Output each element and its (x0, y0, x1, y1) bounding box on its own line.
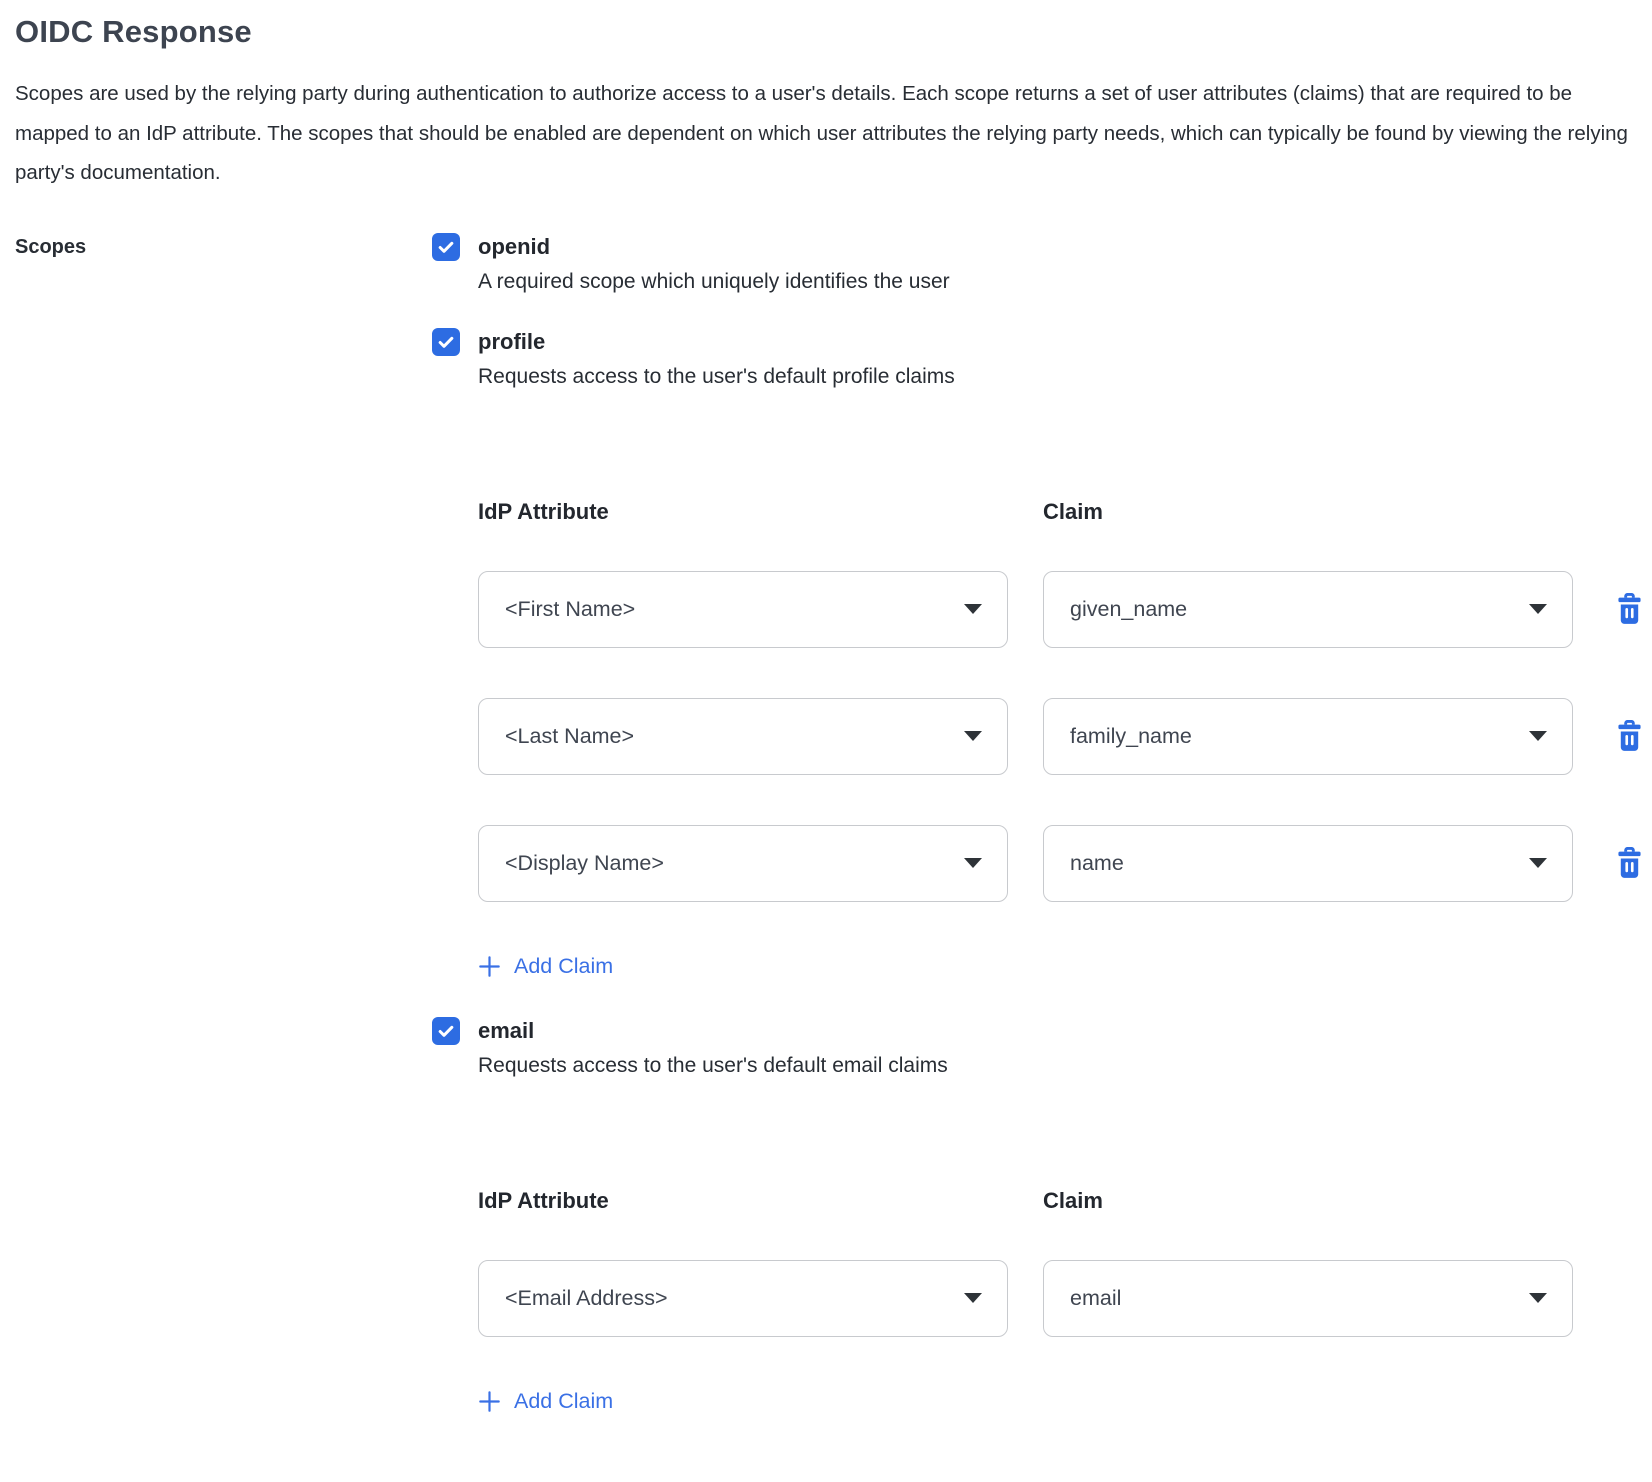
claims-headers: IdP Attribute Claim (478, 1188, 1644, 1214)
scope-head-email: email (432, 1016, 1644, 1045)
email-claims-section: IdP Attribute Claim <Email Address> emai… (478, 1188, 1644, 1418)
claim-row-last-name: <Last Name> family_name (478, 697, 1644, 775)
oidc-response-page: OIDC Response Scopes are used by the rel… (0, 0, 1652, 1482)
idp-attribute-select[interactable]: <Display Name> (478, 824, 1008, 902)
caret-down-icon (1529, 604, 1547, 615)
scope-checkbox-openid[interactable] (432, 232, 460, 261)
page-title: OIDC Response (15, 14, 252, 49)
add-claim-button[interactable]: Add Claim (478, 1389, 613, 1414)
claim-value: given_name (1070, 596, 1188, 621)
scope-item-email: email Requests access to the user's defa… (432, 1016, 1644, 1418)
claim-header: Claim (1043, 498, 1103, 524)
scope-checkbox-profile[interactable] (432, 327, 460, 356)
claim-row-first-name: <First Name> given_name (478, 570, 1644, 648)
idp-attribute-header: IdP Attribute (478, 1187, 609, 1213)
scope-description-email: Requests access to the user's default em… (478, 1053, 948, 1077)
idp-attribute-select[interactable]: <First Name> (478, 570, 1008, 648)
trash-icon (1615, 847, 1644, 879)
scope-head-profile: profile (432, 327, 1644, 356)
delete-claim-button[interactable] (1615, 720, 1644, 752)
add-claim-label: Add Claim (514, 1388, 614, 1413)
trash-icon (1615, 593, 1644, 625)
check-icon (436, 332, 456, 352)
claims-headers: IdP Attribute Claim (478, 499, 1644, 525)
claim-header: Claim (1043, 1187, 1103, 1213)
scope-name-profile: profile (478, 328, 546, 354)
caret-down-icon (964, 731, 982, 742)
claim-value: email (1070, 1285, 1122, 1310)
scopes-label: Scopes (15, 235, 87, 258)
trash-icon (1615, 720, 1644, 752)
scope-description-profile: Requests access to the user's default pr… (478, 364, 955, 388)
delete-claim-button[interactable] (1615, 593, 1644, 625)
caret-down-icon (1529, 1293, 1547, 1304)
caret-down-icon (964, 604, 982, 615)
idp-attribute-value: <Last Name> (505, 723, 635, 748)
scopes-column: openid A required scope which uniquely i… (432, 232, 1644, 1452)
idp-attribute-select[interactable]: <Email Address> (478, 1259, 1008, 1337)
claim-select[interactable]: given_name (1043, 570, 1573, 648)
idp-attribute-value: <First Name> (505, 596, 636, 621)
add-claim-label: Add Claim (514, 953, 614, 978)
idp-attribute-header: IdP Attribute (478, 498, 609, 524)
page-description: Scopes are used by the relying party dur… (15, 82, 1628, 185)
scope-checkbox-email[interactable] (432, 1016, 460, 1045)
scopes-form-row: Scopes openid A required scope which uni… (15, 232, 1641, 1452)
claim-select[interactable]: family_name (1043, 697, 1573, 775)
scope-head-openid: openid (432, 232, 1644, 261)
claim-row-display-name: <Display Name> name (478, 824, 1644, 902)
add-claim-button[interactable]: Add Claim (478, 954, 613, 979)
scope-item-profile: profile Requests access to the user's de… (432, 327, 1644, 983)
claim-value: name (1070, 850, 1124, 875)
profile-claims-section: IdP Attribute Claim <First Name> given_n… (478, 499, 1644, 983)
claim-value: family_name (1070, 723, 1192, 748)
caret-down-icon (964, 1293, 982, 1304)
caret-down-icon (1529, 858, 1547, 869)
plus-icon (478, 955, 501, 978)
idp-attribute-select[interactable]: <Last Name> (478, 697, 1008, 775)
plus-icon (478, 1390, 501, 1413)
claim-row-email: <Email Address> email (478, 1259, 1644, 1337)
caret-down-icon (1529, 731, 1547, 742)
scope-name-openid: openid (478, 233, 551, 259)
check-icon (436, 237, 456, 257)
idp-attribute-value: <Email Address> (505, 1285, 668, 1310)
claim-select[interactable]: email (1043, 1259, 1573, 1337)
check-icon (436, 1021, 456, 1041)
scope-item-openid: openid A required scope which uniquely i… (432, 232, 1644, 294)
scope-description-openid: A required scope which uniquely identifi… (478, 269, 950, 293)
claim-select[interactable]: name (1043, 824, 1573, 902)
caret-down-icon (964, 858, 982, 869)
delete-claim-button[interactable] (1615, 847, 1644, 879)
idp-attribute-value: <Display Name> (505, 850, 664, 875)
scope-name-email: email (478, 1017, 535, 1043)
